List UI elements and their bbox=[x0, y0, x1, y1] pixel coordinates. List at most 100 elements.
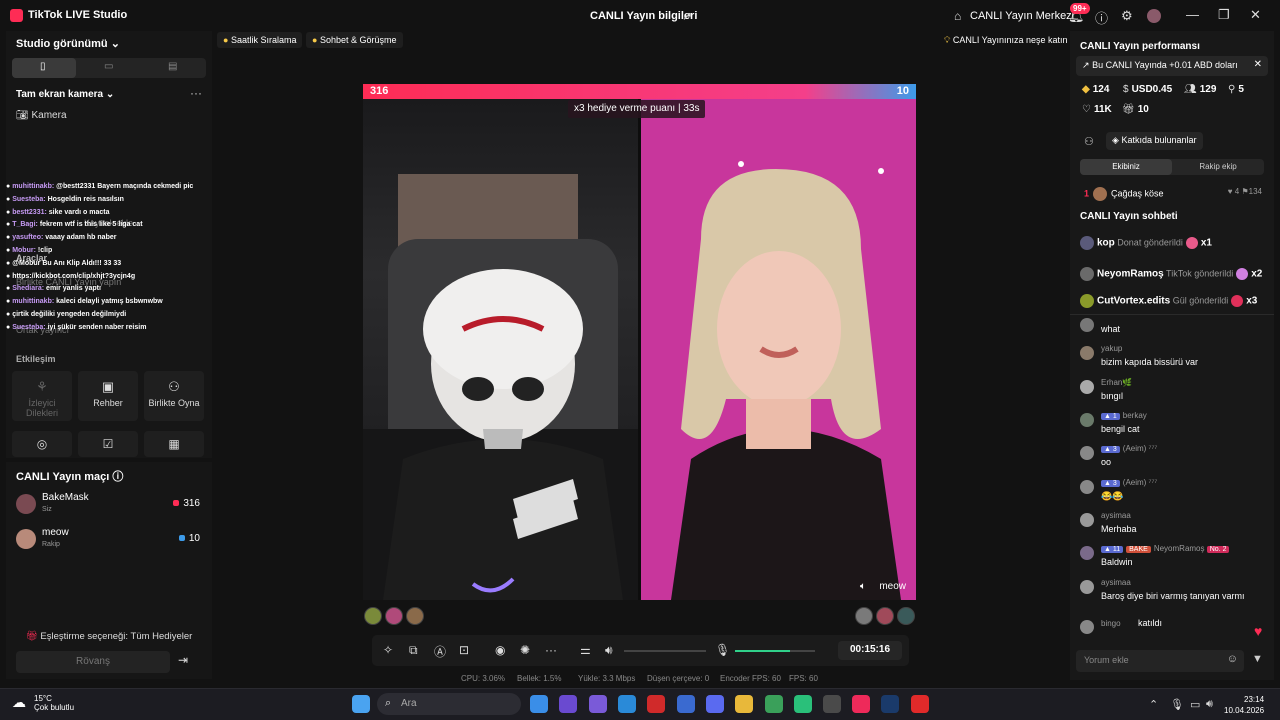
team-tabs[interactable]: Ekibiniz Rakip ekip bbox=[1080, 159, 1264, 175]
live-center-link[interactable]: CANLI Yayın Merkezi bbox=[970, 10, 1074, 22]
hourly-ranking-chip[interactable]: ● Saatlik Sıralama bbox=[217, 32, 303, 48]
store-icon[interactable] bbox=[559, 695, 577, 713]
mail-icon[interactable] bbox=[677, 695, 695, 713]
edge-icon[interactable] bbox=[618, 695, 636, 713]
avatar[interactable] bbox=[1080, 620, 1094, 634]
obs-icon[interactable] bbox=[823, 695, 841, 713]
steam-icon[interactable] bbox=[881, 695, 899, 713]
heart-icon[interactable]: ♥ bbox=[1254, 623, 1262, 639]
avatar[interactable] bbox=[1080, 580, 1094, 594]
screen-icon[interactable]: ⊡ bbox=[459, 643, 469, 657]
pairing-option[interactable]: 🎁︎ Eşleştirme seçeneği: Tüm Hediyeler bbox=[6, 631, 212, 642]
capture-icon[interactable]: ⧉ bbox=[409, 643, 418, 658]
filter-icon[interactable]: ▼ bbox=[1252, 653, 1263, 665]
studio-view-dropdown[interactable]: Studio görünümü ⌄ bbox=[16, 37, 120, 50]
chrome-icon[interactable] bbox=[530, 695, 548, 713]
supporter-avatar[interactable] bbox=[897, 607, 915, 625]
chrome-profile-icon[interactable] bbox=[765, 695, 783, 713]
guide-button[interactable]: ▣ Rehber bbox=[78, 371, 138, 421]
chevron-up-icon[interactable]: ⌃ bbox=[1149, 698, 1158, 711]
orientation-switch[interactable]: ▯ ▭ ▤ bbox=[12, 58, 206, 78]
tiktok-live-icon[interactable] bbox=[852, 695, 870, 713]
profile-avatar[interactable] bbox=[1147, 9, 1161, 23]
microphone-icon[interactable]: 🎙︎ bbox=[1170, 698, 1184, 711]
contributors-button[interactable]: ◈ Katkıda bulunanlar bbox=[1106, 132, 1203, 150]
exit-icon[interactable]: ⇥ bbox=[178, 653, 188, 667]
more-icon[interactable]: ··· bbox=[190, 86, 202, 100]
gear-icon[interactable]: ⚙ bbox=[1121, 8, 1133, 24]
magic-wand-icon[interactable]: ✧ bbox=[383, 643, 393, 657]
avatar[interactable] bbox=[1080, 380, 1094, 394]
host-video-art bbox=[363, 174, 638, 600]
joy-chip[interactable]: 💡︎ CANLI Yayınınıza neşe katın bbox=[938, 32, 1074, 48]
title-bar: TikTok LIVE Studio CANLI Yayın bilgileri… bbox=[0, 0, 1280, 31]
avatar[interactable] bbox=[1080, 413, 1094, 427]
dual-icon[interactable]: ▤ bbox=[168, 61, 177, 72]
overlay-chat-line: ● Suesteba: Hosgeldin reis nasılsın bbox=[6, 195, 124, 203]
viewer-wishes-button[interactable]: ⚘ İzleyici Dilekleri bbox=[12, 371, 72, 421]
supporter-avatar[interactable] bbox=[364, 607, 382, 625]
weather-widget[interactable]: ☁ 15°C Çok bulutlu bbox=[12, 694, 74, 712]
search-input[interactable]: ⌕ Ara bbox=[377, 693, 521, 715]
mixer-icon[interactable]: ⚌ bbox=[580, 643, 591, 657]
record-icon[interactable]: ◉ bbox=[495, 643, 505, 657]
info-icon[interactable]: ⓘ bbox=[112, 471, 123, 483]
muted-speaker-icon[interactable]: 🔈︎ bbox=[860, 581, 866, 592]
avatar[interactable] bbox=[1080, 346, 1094, 360]
team-dot-icon bbox=[173, 500, 180, 506]
camera-source[interactable]: 📷︎ Kamera bbox=[16, 110, 67, 121]
rematch-button[interactable]: Rövanş bbox=[16, 651, 170, 673]
more-icon[interactable]: ··· bbox=[545, 643, 557, 657]
mic-volume-slider[interactable] bbox=[735, 650, 815, 652]
network-icon[interactable]: ▭ bbox=[1190, 698, 1200, 711]
user-settings-icon[interactable]: ⚇ bbox=[1084, 135, 1094, 148]
opera-icon[interactable] bbox=[647, 695, 665, 713]
camera-section-title[interactable]: Tam ekran kamera ⌄ bbox=[16, 89, 114, 100]
landscape-icon[interactable]: ▭ bbox=[104, 61, 113, 72]
tab-opponent-team[interactable]: Rakip ekip bbox=[1172, 159, 1264, 175]
home-icon: ⌂ bbox=[954, 9, 962, 23]
app-title: TikTok LIVE Studio bbox=[28, 9, 128, 21]
chat-username: aysimaa bbox=[1101, 511, 1131, 520]
maximize-icon[interactable]: ❐ bbox=[1218, 7, 1230, 23]
supporter-avatar[interactable] bbox=[385, 607, 403, 625]
person-icon: ⚲ bbox=[1228, 84, 1236, 95]
clock[interactable]: 23:14 10.04.2026 bbox=[1224, 694, 1264, 716]
avatar[interactable] bbox=[1080, 318, 1094, 332]
speaker-icon[interactable]: 🔊︎ bbox=[605, 643, 613, 658]
minimize-icon[interactable]: — bbox=[1186, 7, 1199, 22]
close-icon[interactable]: ✕ bbox=[1250, 7, 1261, 23]
microphone-icon[interactable]: 🎙︎ bbox=[715, 643, 730, 657]
avatar[interactable] bbox=[1080, 546, 1094, 560]
box-icon[interactable]: ▦ bbox=[144, 431, 204, 457]
comment-input[interactable]: Yorum ekle ☺ bbox=[1076, 650, 1244, 672]
volume-icon[interactable]: 🔊︎ bbox=[1206, 698, 1213, 711]
supporter-avatar[interactable] bbox=[406, 607, 424, 625]
encoder-fps-stat: Encoder FPS: 60 bbox=[720, 674, 781, 683]
chat-call-chip[interactable]: ● Sohbet & Görüşme bbox=[306, 32, 403, 48]
teams-icon[interactable] bbox=[589, 695, 607, 713]
tab-your-team[interactable]: Ekibiniz bbox=[1080, 159, 1172, 175]
help-icon[interactable]: ⓘ bbox=[1095, 8, 1108, 27]
discord-icon[interactable] bbox=[706, 695, 724, 713]
avatar[interactable] bbox=[1080, 480, 1094, 494]
supporter-avatar[interactable] bbox=[855, 607, 873, 625]
close-icon[interactable]: ✕ bbox=[1254, 59, 1262, 70]
share-icon[interactable]: ↗ bbox=[682, 9, 692, 23]
camera-icon: 📷︎ bbox=[16, 110, 29, 121]
windows-start-icon[interactable] bbox=[352, 695, 370, 713]
ai-icon[interactable]: Ⓐ bbox=[434, 643, 446, 660]
youtube-icon[interactable] bbox=[911, 695, 929, 713]
speaker-volume-slider[interactable] bbox=[624, 650, 706, 652]
heart-icon: ♡ bbox=[1082, 104, 1091, 115]
play-together-button[interactable]: ⚇ Birlikte Oyna bbox=[144, 371, 204, 421]
effects-icon[interactable]: ✺ bbox=[520, 643, 530, 657]
avatar[interactable] bbox=[1080, 513, 1094, 527]
folder-icon[interactable] bbox=[735, 695, 753, 713]
avatar[interactable] bbox=[1080, 446, 1094, 460]
supporter-avatar[interactable] bbox=[876, 607, 894, 625]
app-icon[interactable] bbox=[794, 695, 812, 713]
spin-icon[interactable]: ◎ bbox=[12, 431, 72, 457]
emoji-icon[interactable]: ☺ bbox=[1227, 653, 1238, 665]
checklist-icon[interactable]: ☑ bbox=[78, 431, 138, 457]
